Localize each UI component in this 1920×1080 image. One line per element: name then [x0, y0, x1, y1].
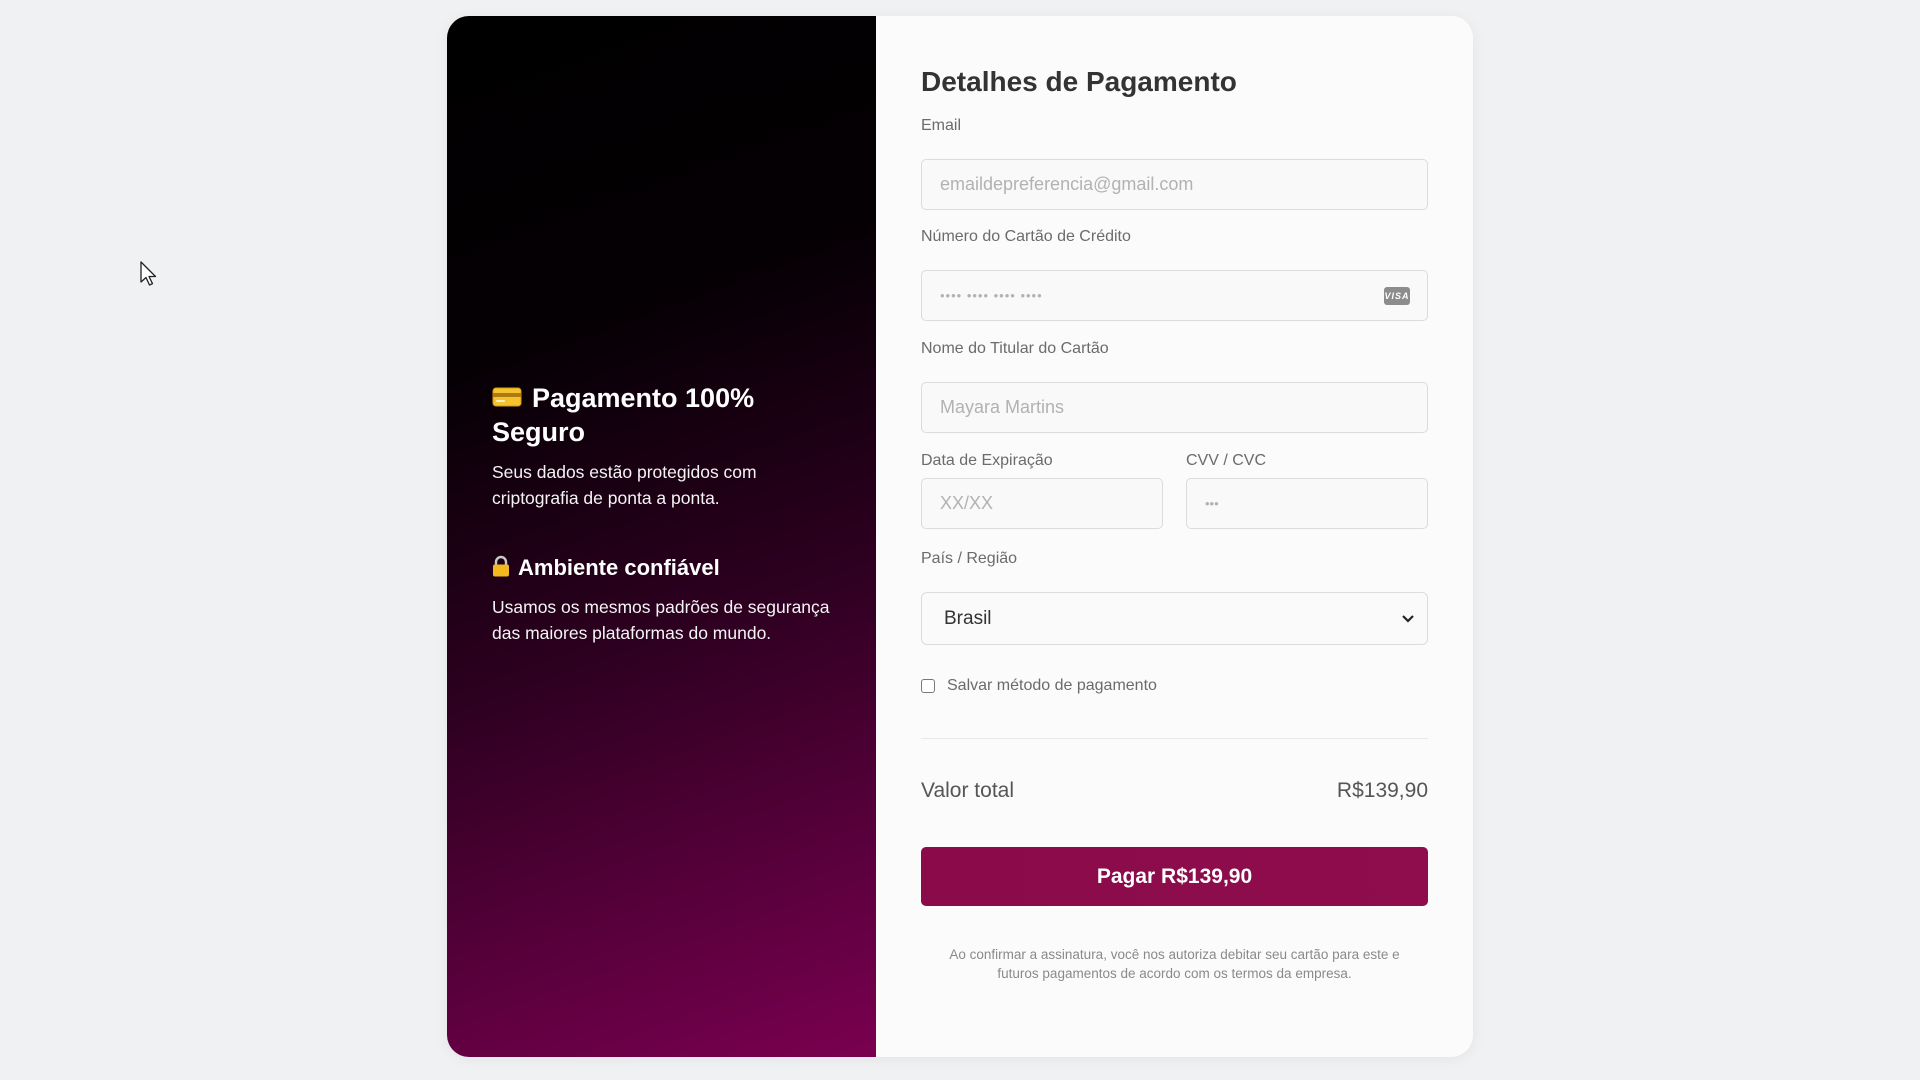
- email-field[interactable]: emaildepreferencia@gmail.com: [921, 159, 1428, 210]
- payment-card: Pagamento 100% Seguro Seus dados estão p…: [447, 16, 1473, 1057]
- country-label: País / Região: [921, 550, 1018, 567]
- card-number-field[interactable]: •••• •••• •••• •••• VISA: [921, 270, 1428, 321]
- save-method-checkbox[interactable]: [921, 679, 935, 693]
- trusted-environment-feature: Ambiente confiável Usamos os mesmos padr…: [492, 554, 837, 646]
- expiry-placeholder: XX/XX: [940, 493, 994, 513]
- card-number-label: Número do Cartão de Crédito: [921, 228, 1131, 245]
- expiry-field[interactable]: XX/XX: [921, 478, 1163, 529]
- cvv-placeholder: •••: [1205, 496, 1219, 511]
- disclaimer-text: Ao confirmar a assinatura, você nos auto…: [921, 945, 1428, 983]
- email-placeholder: emaildepreferencia@gmail.com: [940, 174, 1194, 194]
- credit-card-icon: [492, 383, 522, 416]
- form-title: Detalhes de Pagamento: [921, 66, 1237, 97]
- email-label: Email: [921, 117, 962, 134]
- cvv-label: CVV / CVC: [1186, 452, 1267, 469]
- trusted-environment-title: Ambiente confiável: [518, 555, 720, 581]
- lock-icon: [492, 555, 510, 584]
- save-method-row[interactable]: Salvar método de pagamento: [921, 676, 1428, 696]
- holder-name-label: Nome do Titular do Cartão: [921, 340, 1109, 357]
- holder-name-placeholder: Mayara Martins: [940, 397, 1065, 417]
- holder-name-field[interactable]: Mayara Martins: [921, 382, 1428, 433]
- security-info-panel: Pagamento 100% Seguro Seus dados estão p…: [447, 16, 876, 1057]
- cvv-field[interactable]: •••: [1186, 478, 1428, 529]
- total-value: R$139,90: [1336, 779, 1428, 802]
- card-number-placeholder: •••• •••• •••• ••••: [940, 288, 1043, 303]
- divider: [921, 738, 1428, 739]
- disclaimer-line-1: Ao confirmar a assinatura, você nos auto…: [949, 947, 1400, 962]
- country-selected-value: Brasil: [944, 607, 992, 629]
- payment-form-panel: Detalhes de Pagamento Email emaildeprefe…: [876, 16, 1473, 1057]
- country-select[interactable]: Brasil: [921, 592, 1428, 645]
- chevron-down-icon: [1401, 608, 1415, 630]
- expiry-label: Data de Expiração: [921, 452, 1053, 469]
- total-label: Valor total: [921, 779, 1014, 802]
- total-row: Valor total R$139,90: [921, 779, 1428, 803]
- secure-payment-title: Pagamento 100% Seguro: [492, 383, 755, 448]
- save-method-label: Salvar método de pagamento: [947, 677, 1157, 694]
- secure-payment-feature: Pagamento 100% Seguro Seus dados estão p…: [492, 382, 837, 511]
- pay-button[interactable]: Pagar R$139,90: [921, 847, 1428, 906]
- mouse-cursor-icon: [140, 261, 157, 286]
- secure-payment-text: Seus dados estão protegidos com criptogr…: [492, 462, 757, 509]
- payment-form: Detalhes de Pagamento Email emaildeprefe…: [921, 62, 1428, 983]
- visa-icon: VISA: [1384, 287, 1410, 305]
- disclaimer-line-2: futuros pagamentos de acordo com os term…: [997, 966, 1352, 981]
- trusted-environment-text: Usamos os mesmos padrões de segurança da…: [492, 597, 830, 644]
